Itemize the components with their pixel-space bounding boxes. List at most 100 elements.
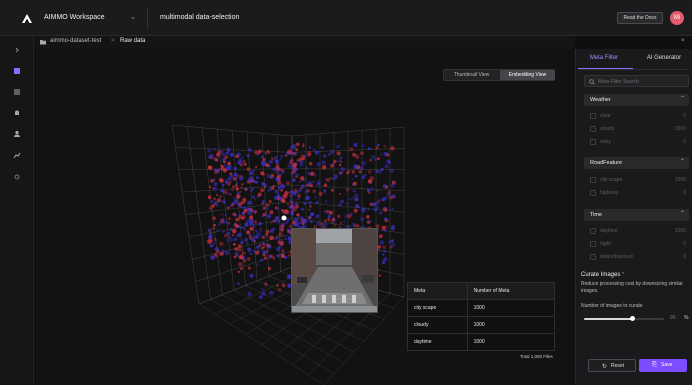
tab-ai-generator[interactable]: AI Generator [640, 55, 688, 67]
user-icon[interactable] [12, 129, 22, 139]
search-input[interactable] [598, 77, 686, 86]
meta-filter-search[interactable] [584, 75, 689, 87]
embedding-point [232, 196, 236, 200]
breadcrumb-dataset[interactable]: aimmo-dataset-test [50, 38, 101, 44]
embedding-point [355, 223, 360, 228]
embedding-point [230, 174, 234, 178]
selected-point-marker[interactable] [281, 215, 287, 221]
filter-option[interactable]: night 0 [590, 239, 686, 249]
embedding-point [362, 144, 365, 147]
filter-option[interactable]: daytime 1000 [590, 226, 686, 236]
checkbox[interactable] [590, 139, 596, 145]
embedding-point [280, 154, 283, 158]
chevron-up-icon[interactable]: ⌃ [680, 210, 685, 217]
embedding-point [261, 291, 266, 296]
thumbnail-view-button[interactable]: Thumbnail View [444, 70, 499, 80]
embedding-point [290, 201, 294, 205]
checkbox[interactable] [590, 190, 596, 196]
embedding-point [256, 231, 261, 237]
filter-group-weather[interactable]: Weather ⌃ [584, 94, 689, 106]
embedding-point [308, 208, 311, 211]
tab-meta-filter[interactable]: Meta Filter [580, 55, 628, 67]
filter-group-roadfeature[interactable]: RoadFeature ⌃ [584, 157, 689, 169]
workspace-chevron-down-icon[interactable]: ⌄ [130, 13, 136, 21]
dataset-icon[interactable] [12, 66, 22, 76]
aimmo-logo-icon [22, 14, 32, 23]
reset-button[interactable]: ↻ Reset [588, 359, 636, 372]
embedding-point [370, 187, 374, 191]
embedding-point [316, 162, 321, 167]
embedding-point [280, 238, 283, 242]
embedding-point [274, 206, 278, 210]
chevron-up-icon[interactable]: ⌃ [680, 95, 685, 102]
embedding-point [267, 266, 272, 271]
user-avatar[interactable]: Mi [670, 11, 684, 25]
bell-icon[interactable] [12, 108, 22, 118]
embedding-point [289, 194, 292, 197]
embedding-point [334, 224, 337, 227]
embedding-point [270, 157, 274, 161]
slider-value[interactable]: 90 [670, 315, 676, 321]
embedding-point [216, 228, 220, 232]
checkbox[interactable] [590, 177, 596, 183]
meta-name: city scape [407, 299, 468, 317]
embedding-point [281, 283, 286, 288]
option-count: 1000 [674, 177, 686, 183]
filter-option[interactable]: dawn/dusk/sun 0 [590, 252, 686, 262]
filter-option[interactable]: highway 0 [590, 188, 686, 198]
embedding-point [353, 208, 358, 213]
checkbox[interactable] [590, 254, 596, 260]
embedding-point [307, 216, 311, 220]
checkbox[interactable] [590, 228, 596, 234]
embedding-point [298, 221, 301, 225]
embedding-point [260, 155, 264, 159]
group-title: RoadFeature [590, 160, 623, 166]
embedding-point [242, 201, 245, 205]
filter-option[interactable]: rainy 0 [590, 137, 686, 147]
slider-thumb[interactable] [629, 316, 635, 321]
embedding-point [207, 228, 212, 232]
filter-option[interactable]: city scape 1000 [590, 175, 686, 185]
save-button[interactable]: ⎘ Save [639, 359, 687, 372]
close-panel-icon[interactable]: × [681, 38, 685, 44]
analytics-icon[interactable] [12, 150, 22, 160]
chevron-up-icon[interactable]: ⌃ [680, 158, 685, 165]
filter-option[interactable]: cloudy 1000 [590, 124, 686, 134]
embedding-point [323, 191, 326, 194]
filter-option[interactable]: clear 0 [590, 111, 686, 121]
image-preview-thumbnail[interactable] [291, 228, 378, 313]
option-label: city scape [600, 177, 623, 183]
embedding-point [247, 291, 252, 295]
collapse-chevron-icon[interactable] [12, 45, 22, 55]
embedding-point [216, 194, 218, 196]
meta-table: Meta Number of Meta city scape 1000 clou… [407, 282, 556, 351]
checkbox[interactable] [590, 126, 596, 132]
checkbox[interactable] [590, 241, 596, 247]
embedding-point [287, 229, 291, 234]
settings-icon[interactable] [12, 172, 22, 182]
embedding-point [305, 166, 309, 170]
curate-slider[interactable] [584, 316, 664, 321]
embedding-point [349, 147, 354, 152]
embedding-point [366, 215, 370, 219]
embedding-point [264, 233, 269, 237]
embedding-point [387, 193, 390, 196]
embedding-point [375, 146, 379, 150]
top-bar: AIMMO Workspace ⌄ multimodal data-select… [0, 0, 692, 36]
checkbox[interactable] [590, 113, 596, 119]
workspace-name[interactable]: AIMMO Workspace [44, 14, 105, 21]
embedding-view-button[interactable]: Embedding View [500, 70, 555, 80]
embedding-point [212, 242, 216, 245]
embedding-point [383, 249, 386, 253]
embedding-point [258, 149, 262, 154]
embedding-point [246, 247, 250, 251]
filter-group-time[interactable]: Time ⌃ [584, 209, 689, 221]
embedding-point [354, 174, 358, 178]
list-icon[interactable] [12, 87, 22, 97]
read-docs-button[interactable]: Read the Docs [617, 12, 663, 24]
embedding-point [349, 212, 353, 216]
embedding-point [296, 193, 302, 198]
embedding-point [369, 202, 373, 206]
embedding-point [269, 175, 273, 179]
embedding-point [338, 144, 341, 148]
